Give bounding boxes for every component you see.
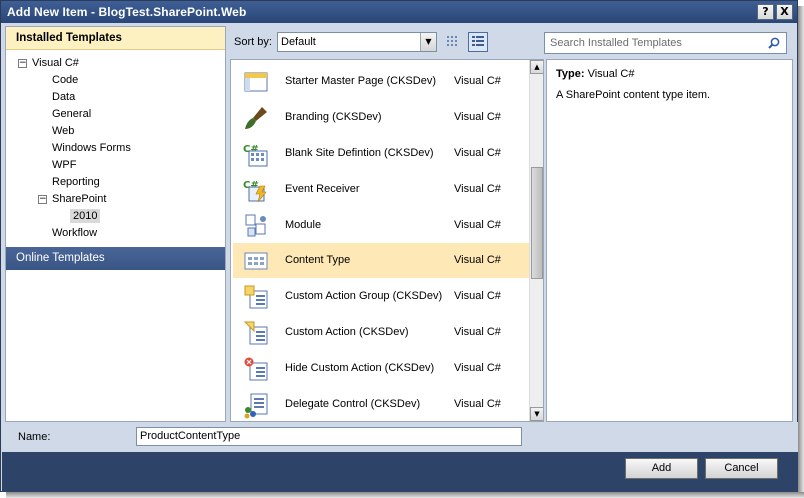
add-button[interactable]: Add <box>625 458 698 479</box>
close-button[interactable]: X <box>776 4 793 20</box>
help-button[interactable]: ? <box>757 4 774 20</box>
template-row-delegate-control[interactable]: Delegate Control (CKSDev) Visual C# <box>233 387 529 421</box>
template-name: Branding (CKSDev) <box>285 111 382 123</box>
template-row-event-receiver[interactable]: C# Event Receiver Visual C# <box>233 172 529 207</box>
sort-by-select[interactable]: Default ▼ <box>277 32 437 52</box>
window-shadow-right <box>798 6 804 498</box>
template-language: Visual C# <box>454 290 501 302</box>
tree-item-web[interactable]: Web <box>52 125 74 137</box>
name-input[interactable]: ProductContentType <box>136 427 522 446</box>
tree-item-windows-forms[interactable]: Windows Forms <box>52 142 131 154</box>
template-language: Visual C# <box>454 398 501 410</box>
search-icon[interactable] <box>768 37 780 49</box>
event-receiver-icon: C# <box>243 180 267 203</box>
site-definition-icon: C# <box>243 144 268 167</box>
add-new-item-dialog: Add New Item - BlogTest.SharePoint.Web ?… <box>0 0 798 492</box>
tree-item-data[interactable]: Data <box>52 91 75 103</box>
template-type: Type: Visual C# <box>556 68 634 80</box>
template-row-branding[interactable]: Branding (CKSDev) Visual C# <box>233 100 529 135</box>
template-row-hide-custom-action[interactable]: Hide Custom Action (CKSDev) Visual C# <box>233 351 529 386</box>
template-list-scrollbar[interactable]: ▲ ▼ <box>529 60 543 421</box>
dropdown-arrow-icon[interactable]: ▼ <box>420 33 436 51</box>
tree-item-wpf[interactable]: WPF <box>52 159 76 171</box>
installed-templates-label: Installed Templates <box>16 32 122 44</box>
hide-custom-action-icon <box>244 357 268 381</box>
template-row-blank-site-definition[interactable]: C# Blank Site Defintion (CKSDev) Visual … <box>233 136 529 171</box>
custom-action-group-icon <box>244 285 268 309</box>
template-name: Module <box>285 219 322 231</box>
content-type-icon <box>244 252 268 270</box>
scroll-up-icon[interactable]: ▲ <box>530 60 543 74</box>
paintbrush-icon <box>245 107 267 129</box>
template-language: Visual C# <box>454 219 501 231</box>
scrollbar-thumb[interactable] <box>531 167 543 279</box>
master-page-icon <box>244 72 268 92</box>
template-language: Visual C# <box>454 326 501 338</box>
search-placeholder: Search Installed Templates <box>550 37 682 49</box>
template-row-starter-master-page[interactable]: Starter Master Page (CKSDev) Visual C# <box>233 64 529 99</box>
template-row-module[interactable]: Module Visual C# <box>233 208 529 243</box>
tree-item-reporting[interactable]: Reporting <box>52 176 100 188</box>
template-language: Visual C# <box>454 254 501 266</box>
window-title: Add New Item - BlogTest.SharePoint.Web <box>7 5 247 19</box>
list-view-icon <box>472 36 484 46</box>
tree-item-sharepoint[interactable]: SharePoint <box>52 193 106 205</box>
tree-item-general[interactable]: General <box>52 108 91 120</box>
collapse-sharepoint-icon[interactable]: − <box>38 195 47 204</box>
template-row-custom-action-group[interactable]: Custom Action Group (CKSDev) Visual C# <box>233 279 529 314</box>
list-view-button[interactable] <box>468 32 488 52</box>
template-language: Visual C# <box>454 111 501 123</box>
medium-icons-view-button[interactable] <box>443 32 463 52</box>
template-categories-pane: Installed Templates − Visual C# Code Dat… <box>5 26 226 422</box>
template-row-content-type[interactable]: Content Type Visual C# <box>233 243 529 278</box>
module-icon <box>245 214 266 237</box>
template-name: Event Receiver <box>285 183 360 195</box>
collapse-visual-csharp-icon[interactable]: − <box>18 59 27 68</box>
sort-by-value: Default <box>281 36 316 48</box>
name-row: Name: ProductContentType <box>2 422 798 452</box>
template-name: Delegate Control (CKSDev) <box>285 398 421 410</box>
type-value: Visual C# <box>587 68 635 80</box>
template-name: Starter Master Page (CKSDev) <box>285 75 436 87</box>
type-label: Type: <box>556 68 585 80</box>
dialog-button-bar: Add Cancel <box>2 452 798 492</box>
template-language: Visual C# <box>454 183 501 195</box>
custom-action-icon <box>243 321 268 345</box>
template-row-custom-action[interactable]: Custom Action (CKSDev) Visual C# <box>233 315 529 350</box>
tree-item-2010[interactable]: 2010 <box>70 209 101 223</box>
tree-item-code[interactable]: Code <box>52 74 78 86</box>
grid-view-icon <box>447 36 457 46</box>
template-language: Visual C# <box>454 147 501 159</box>
search-installed-templates-input[interactable]: Search Installed Templates <box>544 32 787 54</box>
template-name: Content Type <box>285 254 351 266</box>
installed-templates-header[interactable]: Installed Templates <box>6 27 225 50</box>
window-shadow-bottom <box>6 492 804 498</box>
template-list[interactable]: Starter Master Page (CKSDev) Visual C# B… <box>230 59 544 422</box>
scroll-down-icon[interactable]: ▼ <box>530 407 543 421</box>
template-name: Custom Action Group (CKSDev) <box>285 290 443 302</box>
tree-item-workflow[interactable]: Workflow <box>52 227 97 239</box>
tree-item-visual-csharp[interactable]: Visual C# <box>32 57 79 69</box>
online-templates-header[interactable]: Online Templates <box>6 247 225 270</box>
template-name: Custom Action (CKSDev) <box>285 326 409 338</box>
cancel-button[interactable]: Cancel <box>705 458 778 479</box>
template-name: Blank Site Defintion (CKSDev) <box>285 147 434 159</box>
template-name: Hide Custom Action (CKSDev) <box>285 362 435 374</box>
delegate-control-icon <box>244 393 268 419</box>
template-details-pane: Type: Visual C# A SharePoint content typ… <box>546 59 793 422</box>
online-templates-label: Online Templates <box>16 252 105 264</box>
sort-toolbar: Sort by: Default ▼ <box>227 26 530 59</box>
sort-by-label: Sort by: <box>234 36 272 48</box>
template-language: Visual C# <box>454 362 501 374</box>
template-language: Visual C# <box>454 75 501 87</box>
template-description: A SharePoint content type item. <box>556 89 711 101</box>
name-label: Name: <box>18 431 51 443</box>
title-bar[interactable]: Add New Item - BlogTest.SharePoint.Web ?… <box>1 1 797 23</box>
